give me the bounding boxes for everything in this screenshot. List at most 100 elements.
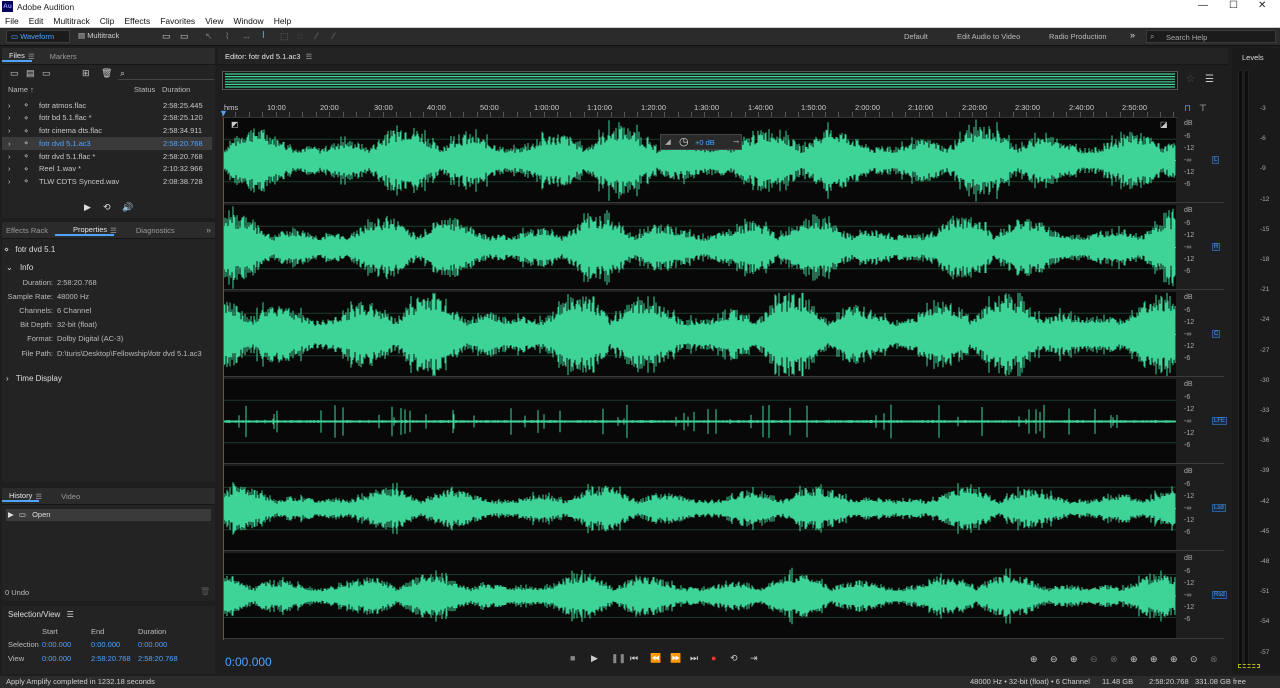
volume-knob-icon[interactable]: ◷ xyxy=(679,135,689,148)
col-status[interactable]: Status xyxy=(134,85,155,94)
preview-play-icon[interactable]: ▶ xyxy=(84,202,91,213)
expand-arrow-icon[interactable]: › xyxy=(8,126,11,135)
waveform-lane-l[interactable] xyxy=(224,118,1176,203)
rewind-icon[interactable]: ⏪ xyxy=(650,653,661,664)
level-meter-clip[interactable] xyxy=(1238,664,1260,668)
channel-tag-c[interactable]: C xyxy=(1212,330,1221,338)
play-icon[interactable]: ▶ xyxy=(591,653,598,664)
editor-menu-icon[interactable]: ☰ xyxy=(305,52,312,61)
close-icon[interactable]: ✕ xyxy=(1258,0,1266,11)
loop-icon[interactable]: ⟲ xyxy=(730,653,738,664)
time-selection-tool-icon[interactable]: I xyxy=(262,30,265,41)
search-help-box[interactable]: ⌕ Search Help xyxy=(1146,30,1276,43)
menu-favorites[interactable]: Favorites xyxy=(155,16,200,26)
info-section-header[interactable]: ⌄ Info xyxy=(6,263,33,272)
minimize-icon[interactable]: — xyxy=(1198,0,1208,11)
search-input[interactable]: Search Help xyxy=(1166,33,1207,42)
zoom-in-end-icon[interactable]: ⊕ xyxy=(1150,654,1158,665)
skip-next-icon[interactable]: ⏭ xyxy=(690,653,698,664)
file-row[interactable]: › ⋄ fotr atmos.flac 2:58:25.445 xyxy=(2,99,212,112)
fade-out-handle-icon[interactable]: ◪ xyxy=(1160,120,1168,129)
channel-tag-lsd[interactable]: Lsd xyxy=(1212,504,1226,512)
channel-tag-l[interactable]: L xyxy=(1212,156,1220,164)
waveform-lane-r[interactable] xyxy=(224,205,1176,290)
playhead-line[interactable] xyxy=(223,118,224,640)
expand-arrow-icon[interactable]: › xyxy=(8,101,11,110)
waveform-button[interactable]: ▭ Waveform xyxy=(6,30,70,43)
fast-forward-icon[interactable]: ⏩ xyxy=(670,653,681,664)
brush-tool-icon[interactable]: ⁄ xyxy=(316,31,318,41)
marquee-tool-icon[interactable]: ⬚ xyxy=(280,31,289,42)
view-end-field[interactable]: 2:58:20.768 xyxy=(91,654,131,663)
more-workspaces-icon[interactable]: » xyxy=(1130,30,1135,40)
waveform-lane-lsd[interactable] xyxy=(224,466,1176,551)
workspace-radio-production[interactable]: Radio Production xyxy=(1049,32,1107,41)
menu-effects[interactable]: Effects xyxy=(119,16,155,26)
hud-pin-icon[interactable]: ⊸ xyxy=(733,137,739,146)
workspace-default[interactable]: Default xyxy=(904,32,928,41)
preview-loop-icon[interactable]: ⟲ xyxy=(103,202,111,213)
spectral-frequency-icon[interactable]: ▭ xyxy=(162,31,171,42)
zoom-to-playhead-icon[interactable]: ⊙ xyxy=(1190,654,1198,665)
close-file-icon[interactable]: 🗑 xyxy=(101,68,112,79)
zoom-in-amplitude-icon[interactable]: ⊕ xyxy=(1030,654,1038,665)
history-delete-icon[interactable]: 🗑 xyxy=(200,587,210,596)
expand-arrow-icon[interactable]: › xyxy=(8,113,11,122)
selection-end-field[interactable]: 0:00.000 xyxy=(91,640,120,649)
file-row[interactable]: › ⋄ fotr dvd 5.1.ac3 2:58:20.768 xyxy=(2,137,212,150)
overview-navigator[interactable] xyxy=(222,71,1178,90)
time-ruler[interactable]: hms 10:00 20:00 30:00 40:00 50:00 1:00:00 1:10… xyxy=(219,100,1178,118)
panel-options-icon[interactable]: ☰ xyxy=(1205,74,1214,85)
selection-start-field[interactable]: 0:00.000 xyxy=(42,640,71,649)
zoom-to-selection-icon[interactable]: ⊕ xyxy=(1170,654,1178,665)
files-search-input[interactable] xyxy=(118,69,214,80)
col-name[interactable]: Name ↑ xyxy=(8,85,34,94)
file-row[interactable]: › ⋄ TLW CDTS Synced.wav 2:08:38.728 xyxy=(2,175,212,188)
zoom-out-time-icon[interactable]: ⊖ xyxy=(1090,654,1098,665)
preview-autoplay-icon[interactable]: 🔊 xyxy=(122,202,133,213)
fade-in-handle-icon[interactable]: ◩ xyxy=(231,120,239,129)
favorite-star-icon[interactable]: ☆ xyxy=(1186,74,1195,85)
properties-menu-icon[interactable]: ☰ xyxy=(110,226,117,235)
zoom-in-start-icon[interactable]: ⊕ xyxy=(1130,654,1138,665)
razor-tool-icon[interactable]: ⌇ xyxy=(225,31,229,42)
tab-diagnostics[interactable]: Diagnostics xyxy=(129,226,182,235)
channel-tag-rsd[interactable]: Rsd xyxy=(1212,591,1227,599)
maximize-icon[interactable]: ☐ xyxy=(1229,0,1238,11)
panel-menu-icon[interactable]: ☰ xyxy=(28,52,35,61)
waveform-lane-lfe[interactable] xyxy=(224,379,1176,464)
lasso-tool-icon[interactable]: ◌ xyxy=(297,31,302,41)
tab-properties[interactable]: Properties xyxy=(54,225,115,236)
expand-arrow-icon[interactable]: › xyxy=(8,164,11,173)
menu-help[interactable]: Help xyxy=(269,16,296,26)
spectral-pitch-icon[interactable]: ▭ xyxy=(180,31,189,42)
history-menu-icon[interactable]: ☰ xyxy=(35,492,42,501)
selection-menu-icon[interactable]: ☰ xyxy=(67,610,74,619)
menu-multitrack[interactable]: Multitrack xyxy=(48,16,94,26)
time-display-section[interactable]: › Time Display xyxy=(6,374,62,383)
file-row[interactable]: › ⋄ fotr cinema dts.flac 2:58:34.911 xyxy=(2,124,212,137)
channel-tag-r[interactable]: R xyxy=(1212,243,1221,251)
tab-video[interactable]: Video xyxy=(54,492,87,501)
menu-window[interactable]: Window xyxy=(228,16,268,26)
move-tool-icon[interactable]: ↖ xyxy=(205,31,213,42)
workspace-edit-audio-to-video[interactable]: Edit Audio to Video xyxy=(957,32,1020,41)
tab-effects-rack[interactable]: Effects Rack xyxy=(2,226,55,235)
pause-icon[interactable]: ❚❚ xyxy=(611,653,626,664)
expand-arrow-icon[interactable]: › xyxy=(8,177,11,186)
expand-arrow-icon[interactable]: › xyxy=(8,152,11,161)
tab-history[interactable]: History xyxy=(2,491,40,502)
channel-tag-lfe[interactable]: LFE xyxy=(1212,417,1228,425)
menu-clip[interactable]: Clip xyxy=(95,16,120,26)
file-row[interactable]: › ⋄ Reel 1.wav * 2:10:32.966 xyxy=(2,163,212,176)
selection-duration-field[interactable]: 0:00.000 xyxy=(138,640,167,649)
file-row[interactable]: › ⋄ fotr bd 5.1.flac * 2:58:25.120 xyxy=(2,112,212,125)
view-start-field[interactable]: 0:00.000 xyxy=(42,654,71,663)
waveform-lane-c[interactable] xyxy=(224,292,1176,377)
multitrack-button[interactable]: ▤ Multitrack xyxy=(74,30,138,43)
file-row[interactable]: › ⋄ fotr dvd 5.1.flac * 2:58:20.768 xyxy=(2,150,212,163)
skip-selection-icon[interactable]: ⇥ xyxy=(750,653,758,664)
editor-tab-title[interactable]: Editor: fotr dvd 5.1.ac3 xyxy=(218,52,307,61)
stop-icon[interactable]: ■ xyxy=(570,653,575,663)
pin-icon[interactable]: ⊤ xyxy=(1199,103,1207,114)
